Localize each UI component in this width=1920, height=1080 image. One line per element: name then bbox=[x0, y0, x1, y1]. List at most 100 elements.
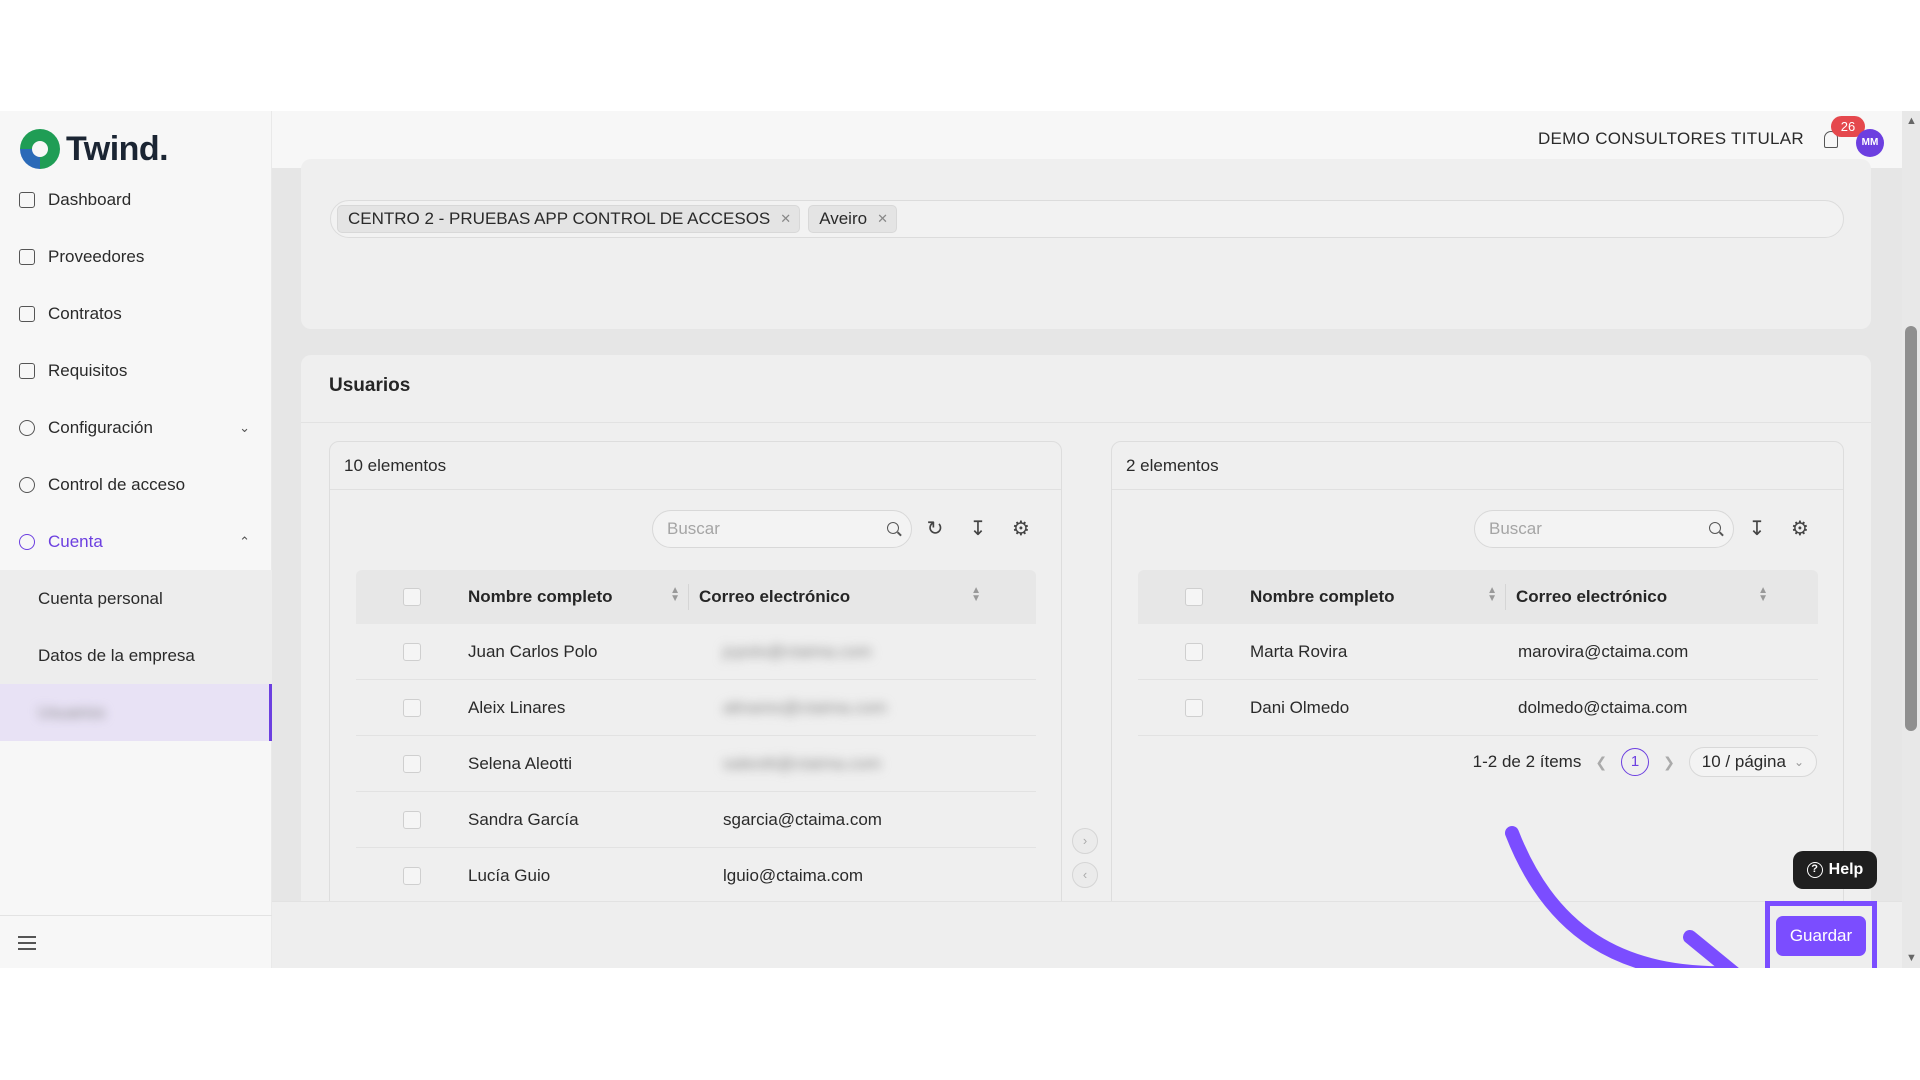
sort-icon[interactable]: ▲ ▼ bbox=[1758, 586, 1768, 607]
chevron-left-icon[interactable]: ❮ bbox=[1595, 754, 1607, 771]
main-content: CENTRO 2 - PRUEBAS APP CONTROL DE ACCESO… bbox=[272, 159, 1902, 921]
table-row[interactable]: Juan Carlos Polo jcpolo@ctaima.com bbox=[356, 624, 1036, 680]
table-row[interactable]: Aleix Linares alinares@ctaima.com bbox=[356, 680, 1036, 736]
centers-card: CENTRO 2 - PRUEBAS APP CONTROL DE ACCESO… bbox=[301, 159, 1871, 329]
gear-icon[interactable]: ⚙ bbox=[1010, 518, 1032, 540]
sidebar-nav: Dashboard Proveedores Contratos Requisit… bbox=[0, 171, 272, 741]
sort-icon[interactable]: ▲ ▼ bbox=[971, 586, 981, 607]
cuenta-submenu: Cuenta personal Datos de la empresa Usua… bbox=[0, 570, 272, 741]
avatar[interactable]: MM bbox=[1856, 129, 1884, 157]
table-row[interactable]: Lucía Guio lguio@ctaima.com bbox=[356, 848, 1036, 904]
select-all-checkbox[interactable] bbox=[403, 588, 421, 606]
scrollbar-thumb[interactable] bbox=[1905, 326, 1917, 731]
sidebar-subitem-usuarios[interactable]: Usuarios bbox=[0, 684, 272, 741]
row-checkbox[interactable] bbox=[403, 642, 421, 661]
pointer-arrow-icon bbox=[1505, 826, 1739, 968]
sidebar-item-requisitos[interactable]: Requisitos bbox=[0, 342, 272, 399]
column-height-icon[interactable]: ↧ bbox=[967, 518, 989, 540]
user-name: Aleix Linares bbox=[468, 697, 566, 717]
scrollbar[interactable]: ▲ ▼ bbox=[1902, 111, 1920, 968]
sort-icon[interactable]: ▲ ▼ bbox=[670, 586, 680, 607]
chevron-right-icon[interactable]: ❯ bbox=[1663, 754, 1675, 771]
refresh-icon[interactable]: ↻ bbox=[924, 518, 946, 540]
divider bbox=[301, 422, 1871, 423]
sidebar-item-proveedores[interactable]: Proveedores bbox=[0, 228, 272, 285]
pagination-summary: 1-2 de 2 ítems bbox=[1472, 752, 1582, 771]
sidebar-item-label: Cuenta bbox=[48, 531, 103, 551]
row-checkbox[interactable] bbox=[403, 810, 421, 829]
question-icon: ? bbox=[1806, 862, 1823, 878]
account-icon bbox=[19, 533, 35, 550]
sidebar-item-cuenta[interactable]: Cuenta ⌃ bbox=[0, 513, 272, 570]
panel-count: 10 elementos bbox=[330, 442, 1061, 490]
sidebar-item-label: Requisitos bbox=[48, 360, 128, 380]
sidebar-subitem-cuenta-personal[interactable]: Cuenta personal bbox=[0, 570, 272, 627]
row-checkbox[interactable] bbox=[403, 698, 421, 717]
sort-icon[interactable]: ▲ ▼ bbox=[1487, 586, 1497, 607]
column-header[interactable]: Nombre completo bbox=[1250, 587, 1395, 607]
centers-select[interactable]: CENTRO 2 - PRUEBAS APP CONTROL DE ACCESO… bbox=[330, 200, 1844, 238]
brand-logo[interactable]: Twind. bbox=[20, 129, 169, 169]
sidebar-item-control-de-acceso[interactable]: Control de acceso bbox=[0, 456, 272, 513]
row-checkbox[interactable] bbox=[1185, 642, 1203, 661]
close-icon[interactable]: ✕ bbox=[780, 211, 791, 227]
user-email: dolmedo@ctaima.com bbox=[1518, 697, 1688, 717]
close-icon[interactable]: ✕ bbox=[877, 211, 888, 227]
gear-icon[interactable]: ⚙ bbox=[1789, 518, 1811, 540]
page-size-value: 10 / página bbox=[1701, 752, 1786, 771]
sidebar-item-label: Configuración bbox=[48, 417, 153, 437]
key-icon bbox=[19, 476, 35, 493]
tag-label: Aveiro bbox=[819, 209, 868, 228]
sidebar-item-label: Contratos bbox=[48, 303, 122, 323]
search-input[interactable]: Buscar bbox=[1474, 510, 1734, 548]
scroll-up-icon[interactable]: ▲ bbox=[1906, 115, 1917, 127]
table-row[interactable]: Marta Rovira marovira@ctaima.com bbox=[1138, 624, 1818, 680]
chevron-down-icon: ⌄ bbox=[1793, 755, 1804, 769]
column-header[interactable]: Correo electrónico bbox=[1516, 587, 1667, 607]
row-checkbox[interactable] bbox=[403, 866, 421, 885]
count-label: 10 elementos bbox=[344, 455, 447, 475]
sidebar-item-label: Usuarios bbox=[38, 702, 106, 722]
page-number[interactable]: 1 bbox=[1621, 748, 1650, 776]
chevron-up-icon: ⌃ bbox=[239, 534, 250, 549]
company-name[interactable]: DEMO CONSULTORES TITULAR bbox=[1538, 129, 1804, 149]
row-checkbox[interactable] bbox=[1185, 698, 1203, 717]
sidebar-item-label: Dashboard bbox=[48, 189, 132, 209]
contract-icon bbox=[19, 305, 35, 322]
table-row[interactable]: Sandra García sgarcia@ctaima.com bbox=[356, 792, 1036, 848]
user-name: Sandra García bbox=[468, 809, 579, 829]
table-row[interactable]: Selena Aleotti saleotti@ctaima.com bbox=[356, 736, 1036, 792]
search-icon[interactable] bbox=[887, 522, 899, 534]
move-left-button[interactable]: ‹ bbox=[1072, 862, 1098, 888]
save-button[interactable]: Guardar bbox=[1776, 916, 1866, 956]
column-header[interactable]: Correo electrónico bbox=[699, 587, 850, 607]
user-name: Selena Aleotti bbox=[468, 753, 572, 773]
sidebar-item-dashboard[interactable]: Dashboard bbox=[0, 171, 272, 228]
row-checkbox[interactable] bbox=[403, 754, 421, 773]
table-header: Nombre completo ▲ ▼ Correo electrónico ▲ ▼ bbox=[356, 570, 1036, 624]
chevron-down-icon: ⌄ bbox=[239, 420, 250, 435]
column-height-icon[interactable]: ↧ bbox=[1746, 518, 1768, 540]
select-all-checkbox[interactable] bbox=[1185, 588, 1203, 606]
column-header[interactable]: Nombre completo bbox=[468, 587, 613, 607]
tag-aveiro: Aveiro ✕ bbox=[808, 205, 897, 233]
sidebar-subitem-datos-empresa[interactable]: Datos de la empresa bbox=[0, 627, 272, 684]
app-window: Twind. Dashboard Proveedores Contratos R… bbox=[0, 111, 1920, 968]
collapse-menu-icon[interactable] bbox=[18, 936, 36, 950]
help-button[interactable]: ? Help bbox=[1793, 851, 1877, 889]
available-users-panel: 10 elementos Buscar ↻ ↧ ⚙ Nombre complet… bbox=[329, 441, 1062, 921]
help-label: Help bbox=[1828, 861, 1864, 878]
search-icon[interactable] bbox=[1709, 522, 1721, 534]
user-email: saleotti@ctaima.com bbox=[723, 753, 882, 773]
move-right-button[interactable]: › bbox=[1072, 828, 1098, 854]
sidebar-item-contratos[interactable]: Contratos bbox=[0, 285, 272, 342]
search-input[interactable]: Buscar bbox=[652, 510, 912, 548]
sidebar: Twind. Dashboard Proveedores Contratos R… bbox=[0, 111, 272, 968]
scroll-down-icon[interactable]: ▼ bbox=[1906, 952, 1917, 964]
user-name: Marta Rovira bbox=[1250, 641, 1348, 661]
sidebar-item-configuracion[interactable]: Configuración ⌄ bbox=[0, 399, 272, 456]
page-size-select[interactable]: 10 / página ⌄ bbox=[1688, 747, 1817, 777]
user-name: Juan Carlos Polo bbox=[468, 641, 598, 661]
table-row[interactable]: Dani Olmedo dolmedo@ctaima.com bbox=[1138, 680, 1818, 736]
file-icon bbox=[19, 362, 35, 379]
